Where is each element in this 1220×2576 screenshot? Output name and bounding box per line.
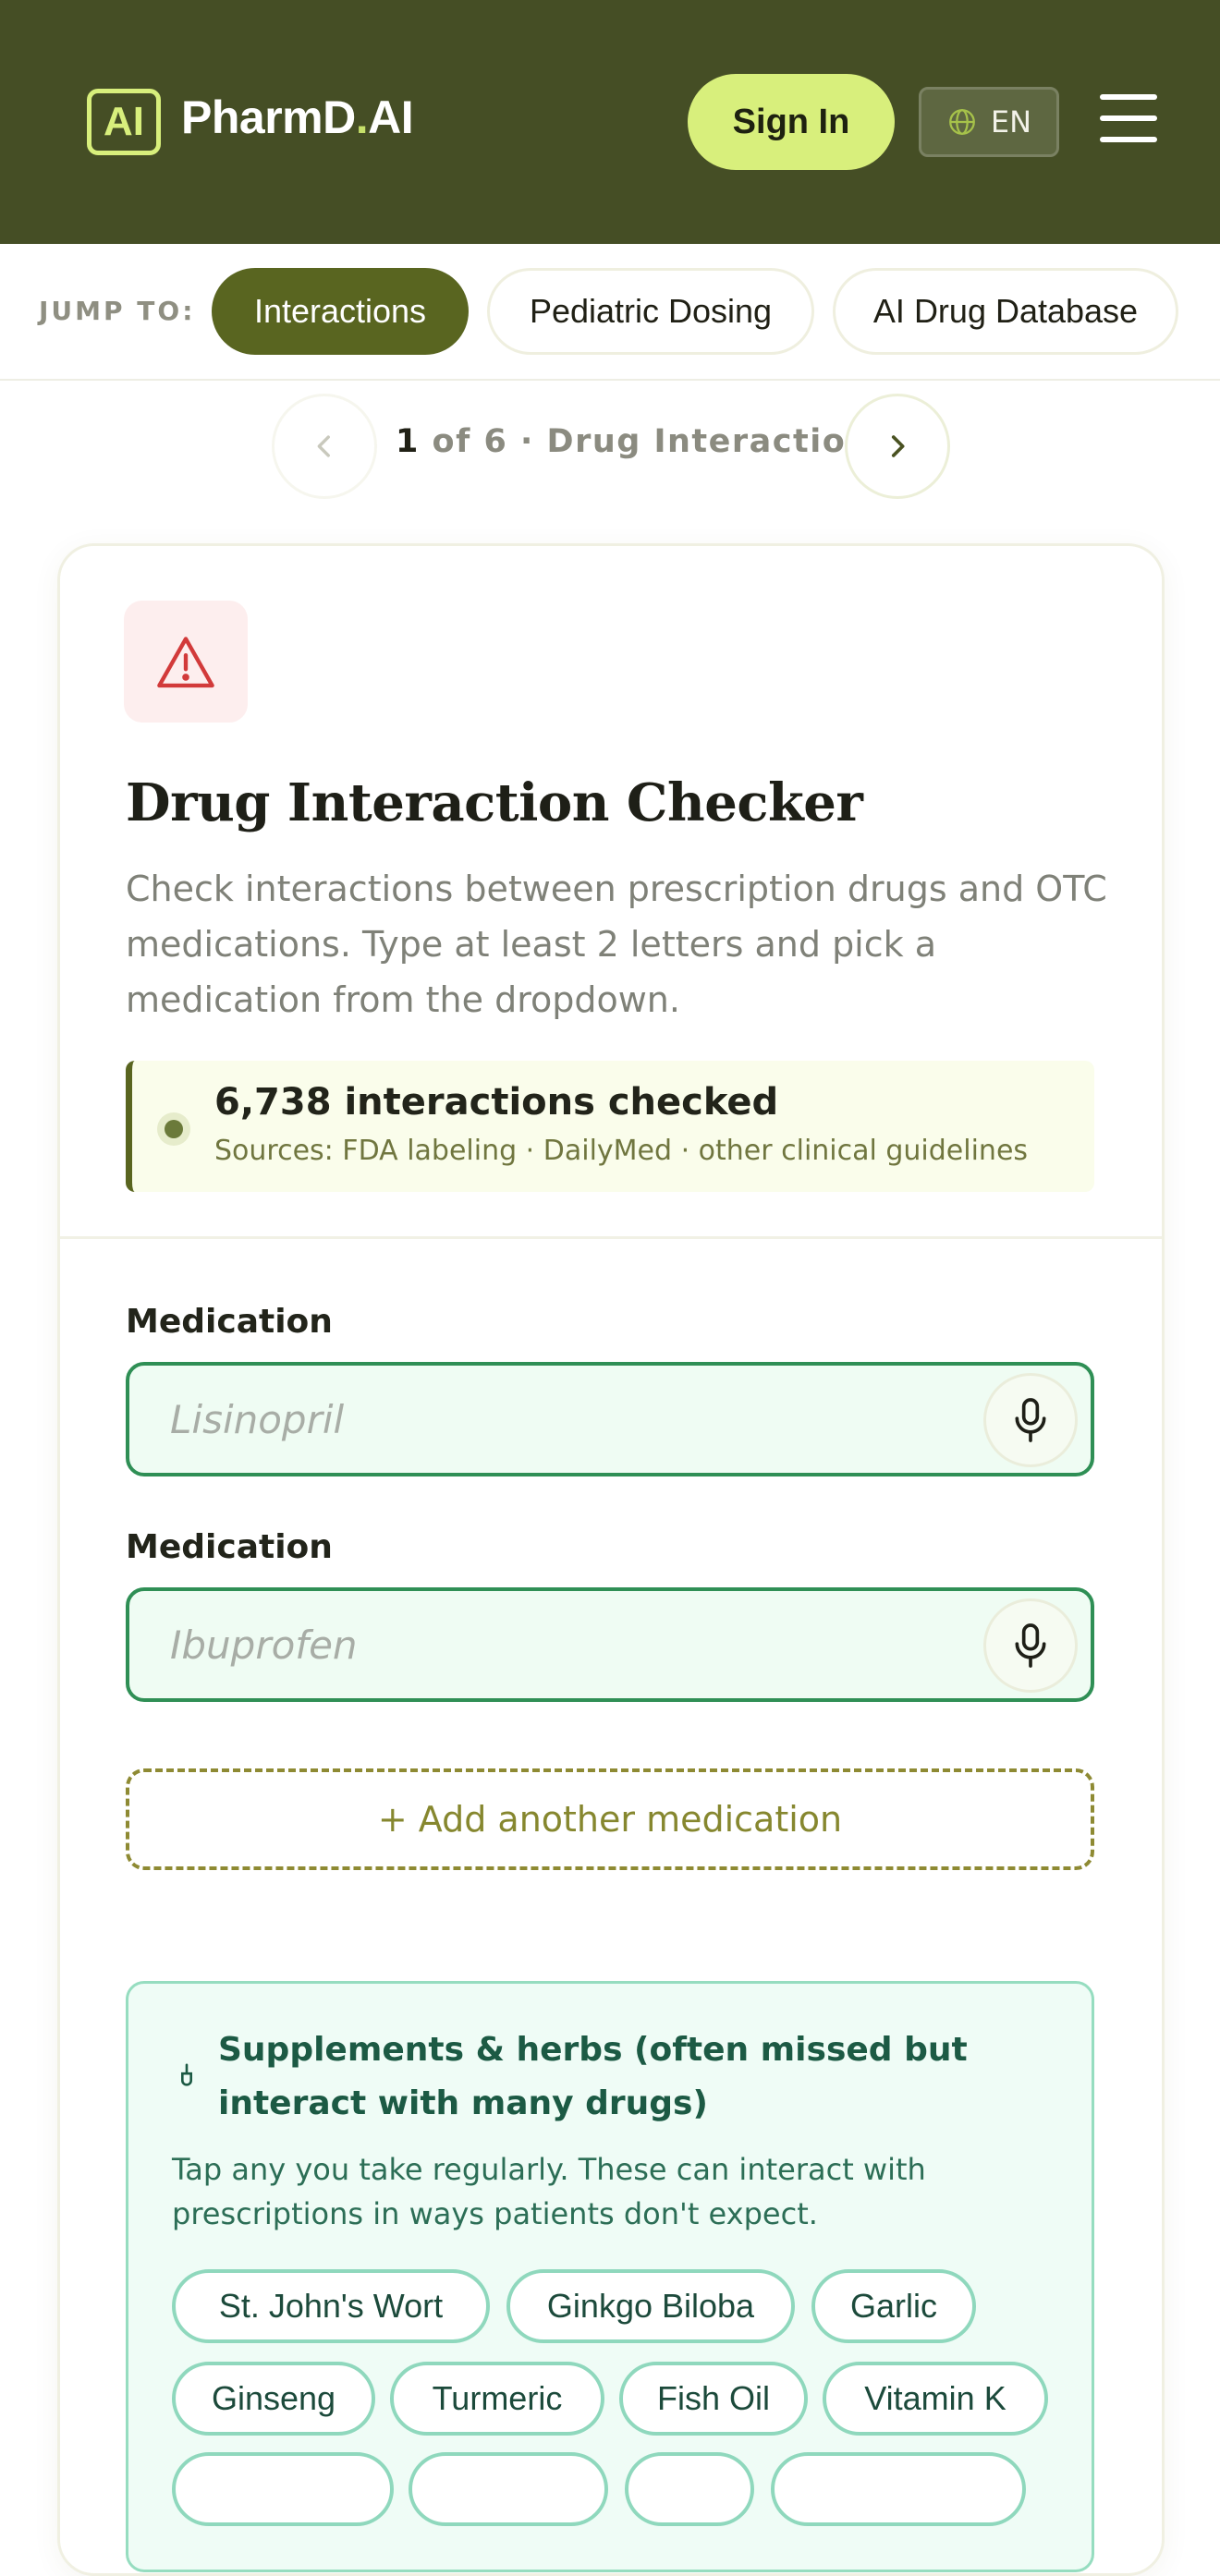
microphone-icon (1015, 1623, 1046, 1668)
medication-input-1[interactable] (170, 1366, 983, 1473)
supplements-title: Supplements & herbs (often missed but in… (218, 2031, 968, 2122)
supplement-drop-icon (181, 2063, 192, 2086)
sources-text: Sources: FDA labeling · DailyMed · other… (214, 1135, 1029, 1167)
medication-field-1[interactable] (126, 1362, 1094, 1476)
logo-wordmark[interactable]: PharmD.AI (181, 91, 414, 144)
warning-triangle-icon (157, 637, 214, 688)
pager-status: 1 of 6 · Drug Interactions (396, 423, 891, 460)
previous-tool-button[interactable] (272, 394, 377, 499)
logo-mark-text: AI (104, 99, 144, 144)
supplement-chip-partial[interactable] (625, 2452, 754, 2526)
logo-dot: . (355, 91, 369, 143)
logo-name: PharmD (181, 91, 356, 143)
card-divider (60, 1236, 1162, 1239)
supplement-chip-ginseng[interactable]: Ginseng (172, 2362, 375, 2436)
logo-mark-icon[interactable]: AI (87, 89, 161, 155)
medication-label-2: Medication (126, 1528, 333, 1566)
sign-in-button[interactable]: Sign In (688, 74, 895, 170)
jump-chip-pediatric-dosing[interactable]: Pediatric Dosing (487, 268, 814, 355)
supplement-chip-ginkgo-biloba[interactable]: Ginkgo Biloba (506, 2269, 795, 2343)
jump-label: JUMP TO: (39, 296, 196, 326)
pager-rest: of 6 · Drug Interactions (419, 423, 892, 460)
pager-current: 1 (396, 423, 420, 460)
supplement-chip-partial[interactable] (172, 2452, 394, 2526)
voice-input-button-2[interactable] (983, 1598, 1078, 1693)
voice-input-button-1[interactable] (983, 1373, 1078, 1467)
supplement-chip-partial[interactable] (409, 2452, 608, 2526)
globe-icon (949, 109, 975, 135)
language-code: EN (990, 104, 1032, 140)
next-tool-button[interactable] (845, 394, 950, 499)
chevron-right-icon (891, 435, 905, 457)
microphone-icon (1015, 1398, 1046, 1442)
medication-input-2[interactable] (170, 1591, 983, 1698)
medication-field-2[interactable] (126, 1587, 1094, 1702)
supplement-chip-partial[interactable] (771, 2452, 1026, 2526)
page-description: Check interactions between prescription … (126, 869, 1107, 1020)
hamburger-menu-icon[interactable] (1100, 94, 1157, 142)
supplement-chip-garlic[interactable]: Garlic (811, 2269, 976, 2343)
supplement-chip-st-johns-wort[interactable]: St. John's Wort (172, 2269, 490, 2343)
warning-badge (124, 601, 248, 723)
jump-chip-interactions[interactable]: Interactions (212, 268, 469, 355)
language-selector[interactable]: EN (919, 87, 1059, 157)
jump-chip-ai-drug-database[interactable]: AI Drug Database (833, 268, 1178, 355)
supplement-chip-vitamin-k[interactable]: Vitamin K (823, 2362, 1048, 2436)
medication-label-1: Medication (126, 1303, 333, 1341)
logo-suffix: AI (368, 91, 414, 143)
chevron-left-icon (317, 435, 330, 457)
supplement-chip-fish-oil[interactable]: Fish Oil (619, 2362, 808, 2436)
live-status-dot-icon (157, 1112, 190, 1146)
supplements-description: Tap any you take regularly. These can in… (172, 2152, 926, 2231)
interactions-count: 6,738 interactions checked (214, 1081, 779, 1124)
jump-navigation: JUMP TO: Interactions Pediatric Dosing A… (0, 244, 1220, 381)
add-medication-button[interactable]: + Add another medication (126, 1768, 1094, 1870)
page-title: Drug Interaction Checker (126, 772, 863, 833)
site-header: AI PharmD.AI Sign In EN (0, 0, 1220, 244)
supplement-chip-turmeric[interactable]: Turmeric (390, 2362, 604, 2436)
